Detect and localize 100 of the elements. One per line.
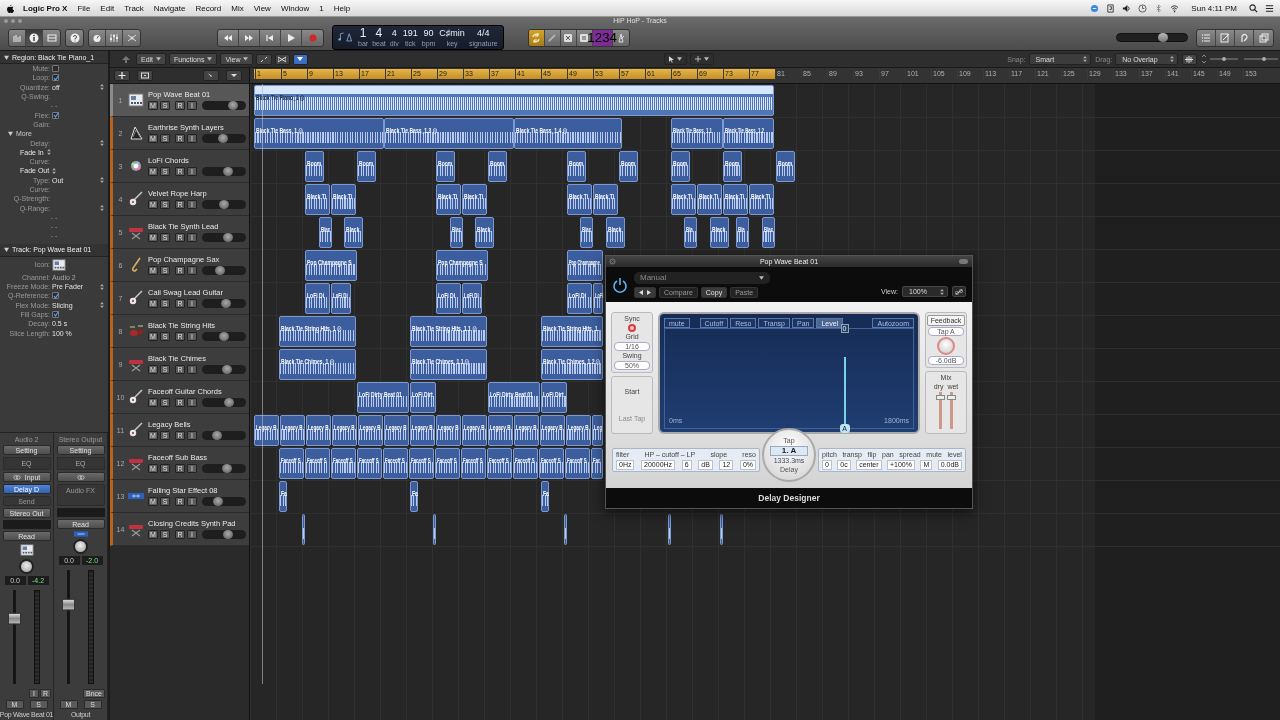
list-icon[interactable] [1265,3,1274,13]
menu-item[interactable]: Track [119,3,149,13]
guitar-icon [128,389,144,405]
inspector-button[interactable] [26,29,43,46]
caret-icon [759,275,764,280]
disclosure-triangle-icon[interactable] [8,131,13,137]
cycle-range[interactable] [254,69,776,79]
menu-item[interactable]: Record [190,3,227,13]
expand-button[interactable] [256,53,272,65]
tap-id[interactable]: 1. A [770,445,808,456]
volume-slider[interactable] [202,200,246,209]
volume-slider[interactable] [202,398,246,407]
box-icon [141,72,149,79]
menu-item[interactable]: View [248,3,276,13]
slider-thumb[interactable] [947,394,956,400]
pan-knob[interactable] [19,559,34,574]
crossed-box-icon [563,32,574,43]
catch-playhead-button[interactable] [292,53,308,65]
slider-thumb[interactable] [223,167,234,176]
menu-item[interactable]: Help [328,3,356,13]
search-icon[interactable] [1249,3,1258,13]
badge-icon[interactable] [1106,3,1116,13]
cycle-button[interactable] [528,29,545,46]
link-button[interactable] [952,286,966,297]
audio-region[interactable] [433,514,436,545]
fader-handle[interactable] [7,612,21,625]
slider-thumb[interactable] [211,431,222,440]
volume-slider[interactable] [202,530,246,539]
pan-knob[interactable] [73,539,88,554]
plugin-name: Delay Designer [758,493,820,503]
slider-thumb[interactable] [213,497,224,506]
slider-thumb[interactable] [1157,33,1168,42]
menu-item[interactable]: File [72,3,96,13]
power-icon[interactable] [612,276,628,293]
cloud-sync-icon[interactable] [1090,3,1100,13]
checkbox[interactable] [52,111,59,119]
audio-region[interactable] [720,514,723,545]
zoom-slider-icon[interactable] [1199,55,1280,63]
menu-item[interactable]: Window [275,3,315,13]
volume-slider[interactable] [202,365,246,374]
folder-button[interactable] [137,70,153,81]
checkbox[interactable] [52,74,59,82]
checkbox[interactable] [52,292,59,300]
updown-arrows-icon [100,177,104,184]
preset-nav-button[interactable] [634,286,656,298]
sync-toggle[interactable] [628,324,636,332]
pointer-tool-button[interactable] [663,53,687,65]
menu-item[interactable]: 1 [314,3,329,13]
bluetooth-icon[interactable] [1154,3,1164,13]
flag-button[interactable] [203,70,219,81]
slider-thumb[interactable] [936,394,945,400]
add-track-button[interactable] [114,70,130,81]
slider-thumb[interactable] [227,101,238,110]
menu-item[interactable]: Logic Pro X [18,3,73,13]
slider-thumb[interactable] [220,299,231,308]
slider-thumb[interactable] [222,464,233,473]
loop-icon [595,359,601,365]
disclosure-triangle-icon[interactable] [4,247,9,253]
notepad-icon [1220,32,1230,43]
slider-thumb[interactable] [224,398,235,407]
collapse-button[interactable] [226,70,242,81]
slider-thumb[interactable] [223,530,234,539]
volume-slider[interactable] [202,233,246,242]
slider-thumb[interactable] [218,134,229,143]
volume-slider[interactable] [202,464,246,473]
audio-region[interactable] [668,514,671,545]
volume-slider[interactable] [202,167,246,176]
wifi-icon[interactable] [1170,3,1180,13]
volume-slider[interactable] [202,497,246,506]
menu-clock[interactable]: Sun 4:11 PM [1186,3,1242,13]
volume-slider[interactable] [202,299,246,308]
volume-slider[interactable] [202,332,246,341]
flex-button[interactable] [274,53,290,65]
menu-item[interactable]: Edit [95,3,120,13]
audio-region[interactable] [302,514,305,545]
loop-icon [298,128,303,134]
disclosure-triangle-icon[interactable] [4,54,9,60]
crosshair-tool-button[interactable] [689,53,714,65]
preset-dropdown[interactable]: Manual [634,271,770,284]
slider-thumb[interactable] [223,233,234,242]
menu-item[interactable]: Navigate [148,3,191,13]
volume-icon[interactable] [1122,3,1132,13]
slider-thumb[interactable] [222,365,233,374]
slider-thumb[interactable] [219,200,229,209]
slider-thumb[interactable] [219,332,229,341]
volume-slider[interactable] [202,266,246,275]
waveform-zoom-button[interactable] [1181,53,1197,65]
volume-slider[interactable] [202,134,246,143]
volume-slider[interactable] [202,431,246,440]
fader-handle[interactable] [61,598,75,611]
checkbox[interactable] [52,310,59,318]
volume-slider[interactable] [202,101,246,110]
audio-region[interactable] [564,514,567,545]
clock-icon[interactable] [1138,3,1148,13]
link-button[interactable] [56,472,105,482]
menu-item[interactable]: Mix [226,3,249,13]
checkbox[interactable] [52,65,59,73]
apple-logo-icon[interactable] [6,3,14,13]
master-volume-slider[interactable] [1116,33,1188,42]
slider-thumb[interactable] [214,266,225,275]
